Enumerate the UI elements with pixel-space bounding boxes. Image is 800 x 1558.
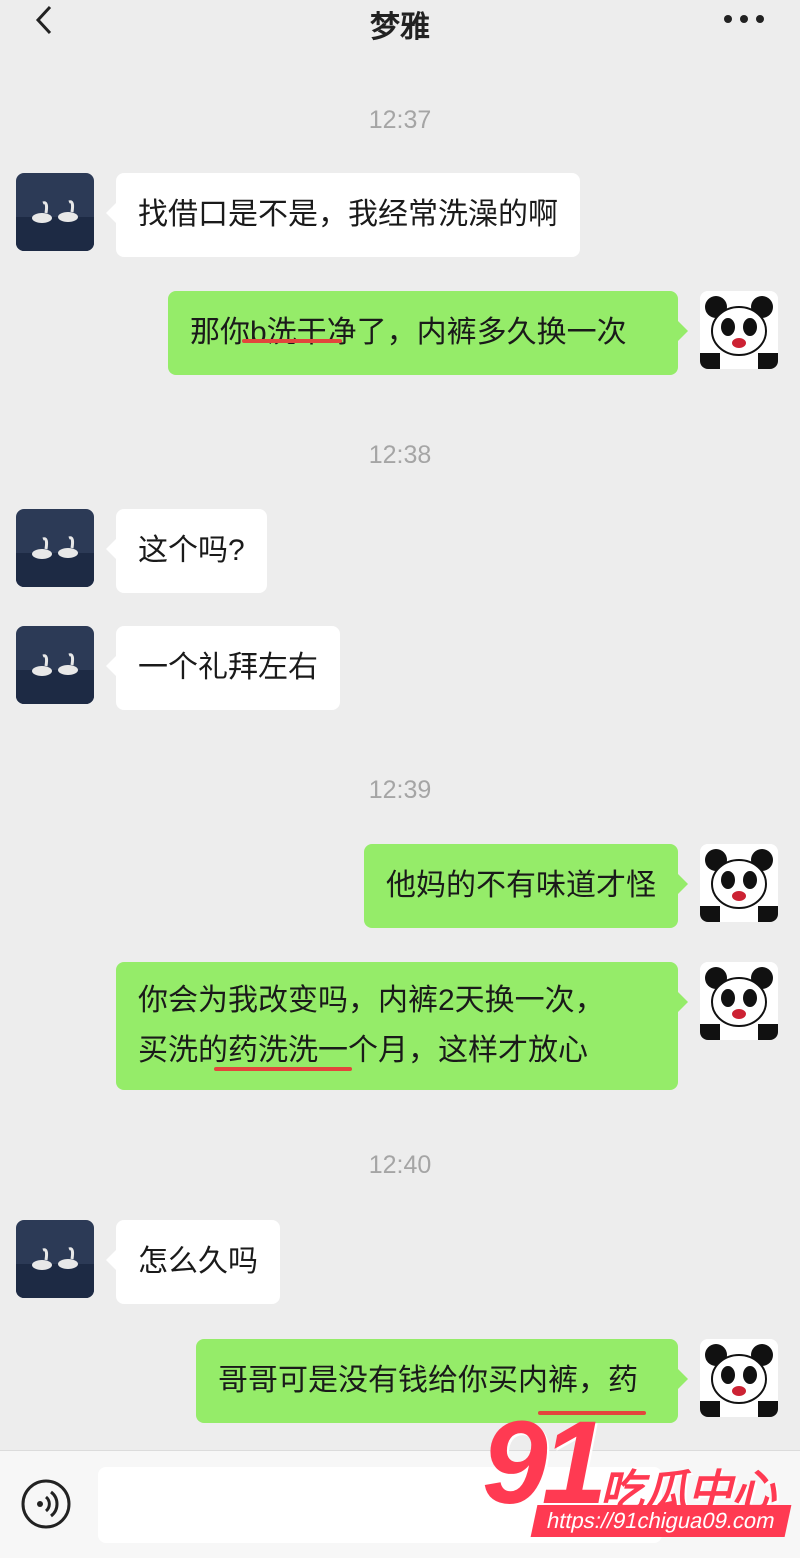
message-bubble-sent[interactable]: 哥哥可是没有钱给你买内裤，药: [196, 1339, 688, 1423]
message-bubble-sent[interactable]: 他妈的不有味道才怪: [364, 844, 688, 928]
contact-avatar[interactable]: [16, 626, 94, 704]
timestamp: 12:39: [368, 776, 432, 804]
contact-avatar[interactable]: [16, 173, 94, 251]
contact-avatar[interactable]: [16, 1220, 94, 1298]
swan-photo-icon: [16, 626, 94, 704]
swan-photo-icon: [16, 1220, 94, 1298]
red-strike-mark: [214, 1067, 352, 1071]
watermark-url: https://91chigua09.com: [530, 1505, 792, 1537]
red-strike-mark: [242, 339, 342, 343]
message-line: 你会为我改变吗，内裤2天换一次，: [138, 984, 605, 1017]
panda-icon: [700, 1339, 778, 1417]
message-bubble-received[interactable]: 怎么久吗: [106, 1220, 280, 1304]
chat-header: 梦雅: [0, 0, 800, 56]
self-avatar[interactable]: [700, 962, 778, 1040]
contact-name-title: 梦雅: [370, 11, 430, 44]
message-bubble-received[interactable]: 这个吗?: [106, 509, 267, 593]
self-avatar[interactable]: [700, 844, 778, 922]
message-bubble-sent[interactable]: 你会为我改变吗，内裤2天换一次， 买洗的药洗洗一个月，这样才放心: [116, 962, 688, 1090]
swan-photo-icon: [16, 509, 94, 587]
panda-icon: [700, 962, 778, 1040]
message-bubble-sent[interactable]: 那你b洗干净了，内裤多久换一次: [168, 291, 688, 375]
swan-photo-icon: [16, 173, 94, 251]
panda-icon: [700, 291, 778, 369]
message-bubble-received[interactable]: 找借口是不是，我经常洗澡的啊: [106, 173, 580, 257]
panda-icon: [700, 844, 778, 922]
timestamp: 12:37: [368, 106, 432, 134]
voice-icon[interactable]: [20, 1478, 72, 1530]
contact-avatar[interactable]: [16, 509, 94, 587]
self-avatar[interactable]: [700, 291, 778, 369]
message-text: 哥哥可是没有钱给你买内裤，药: [218, 1364, 638, 1397]
timestamp: 12:38: [368, 441, 432, 469]
more-dots-icon[interactable]: [722, 13, 766, 25]
message-text: 那你b洗干净了，内裤多久换一次: [190, 316, 627, 349]
self-avatar[interactable]: [700, 1339, 778, 1417]
message-bubble-received[interactable]: 一个礼拜左右: [106, 626, 340, 710]
timestamp: 12:40: [368, 1151, 432, 1179]
